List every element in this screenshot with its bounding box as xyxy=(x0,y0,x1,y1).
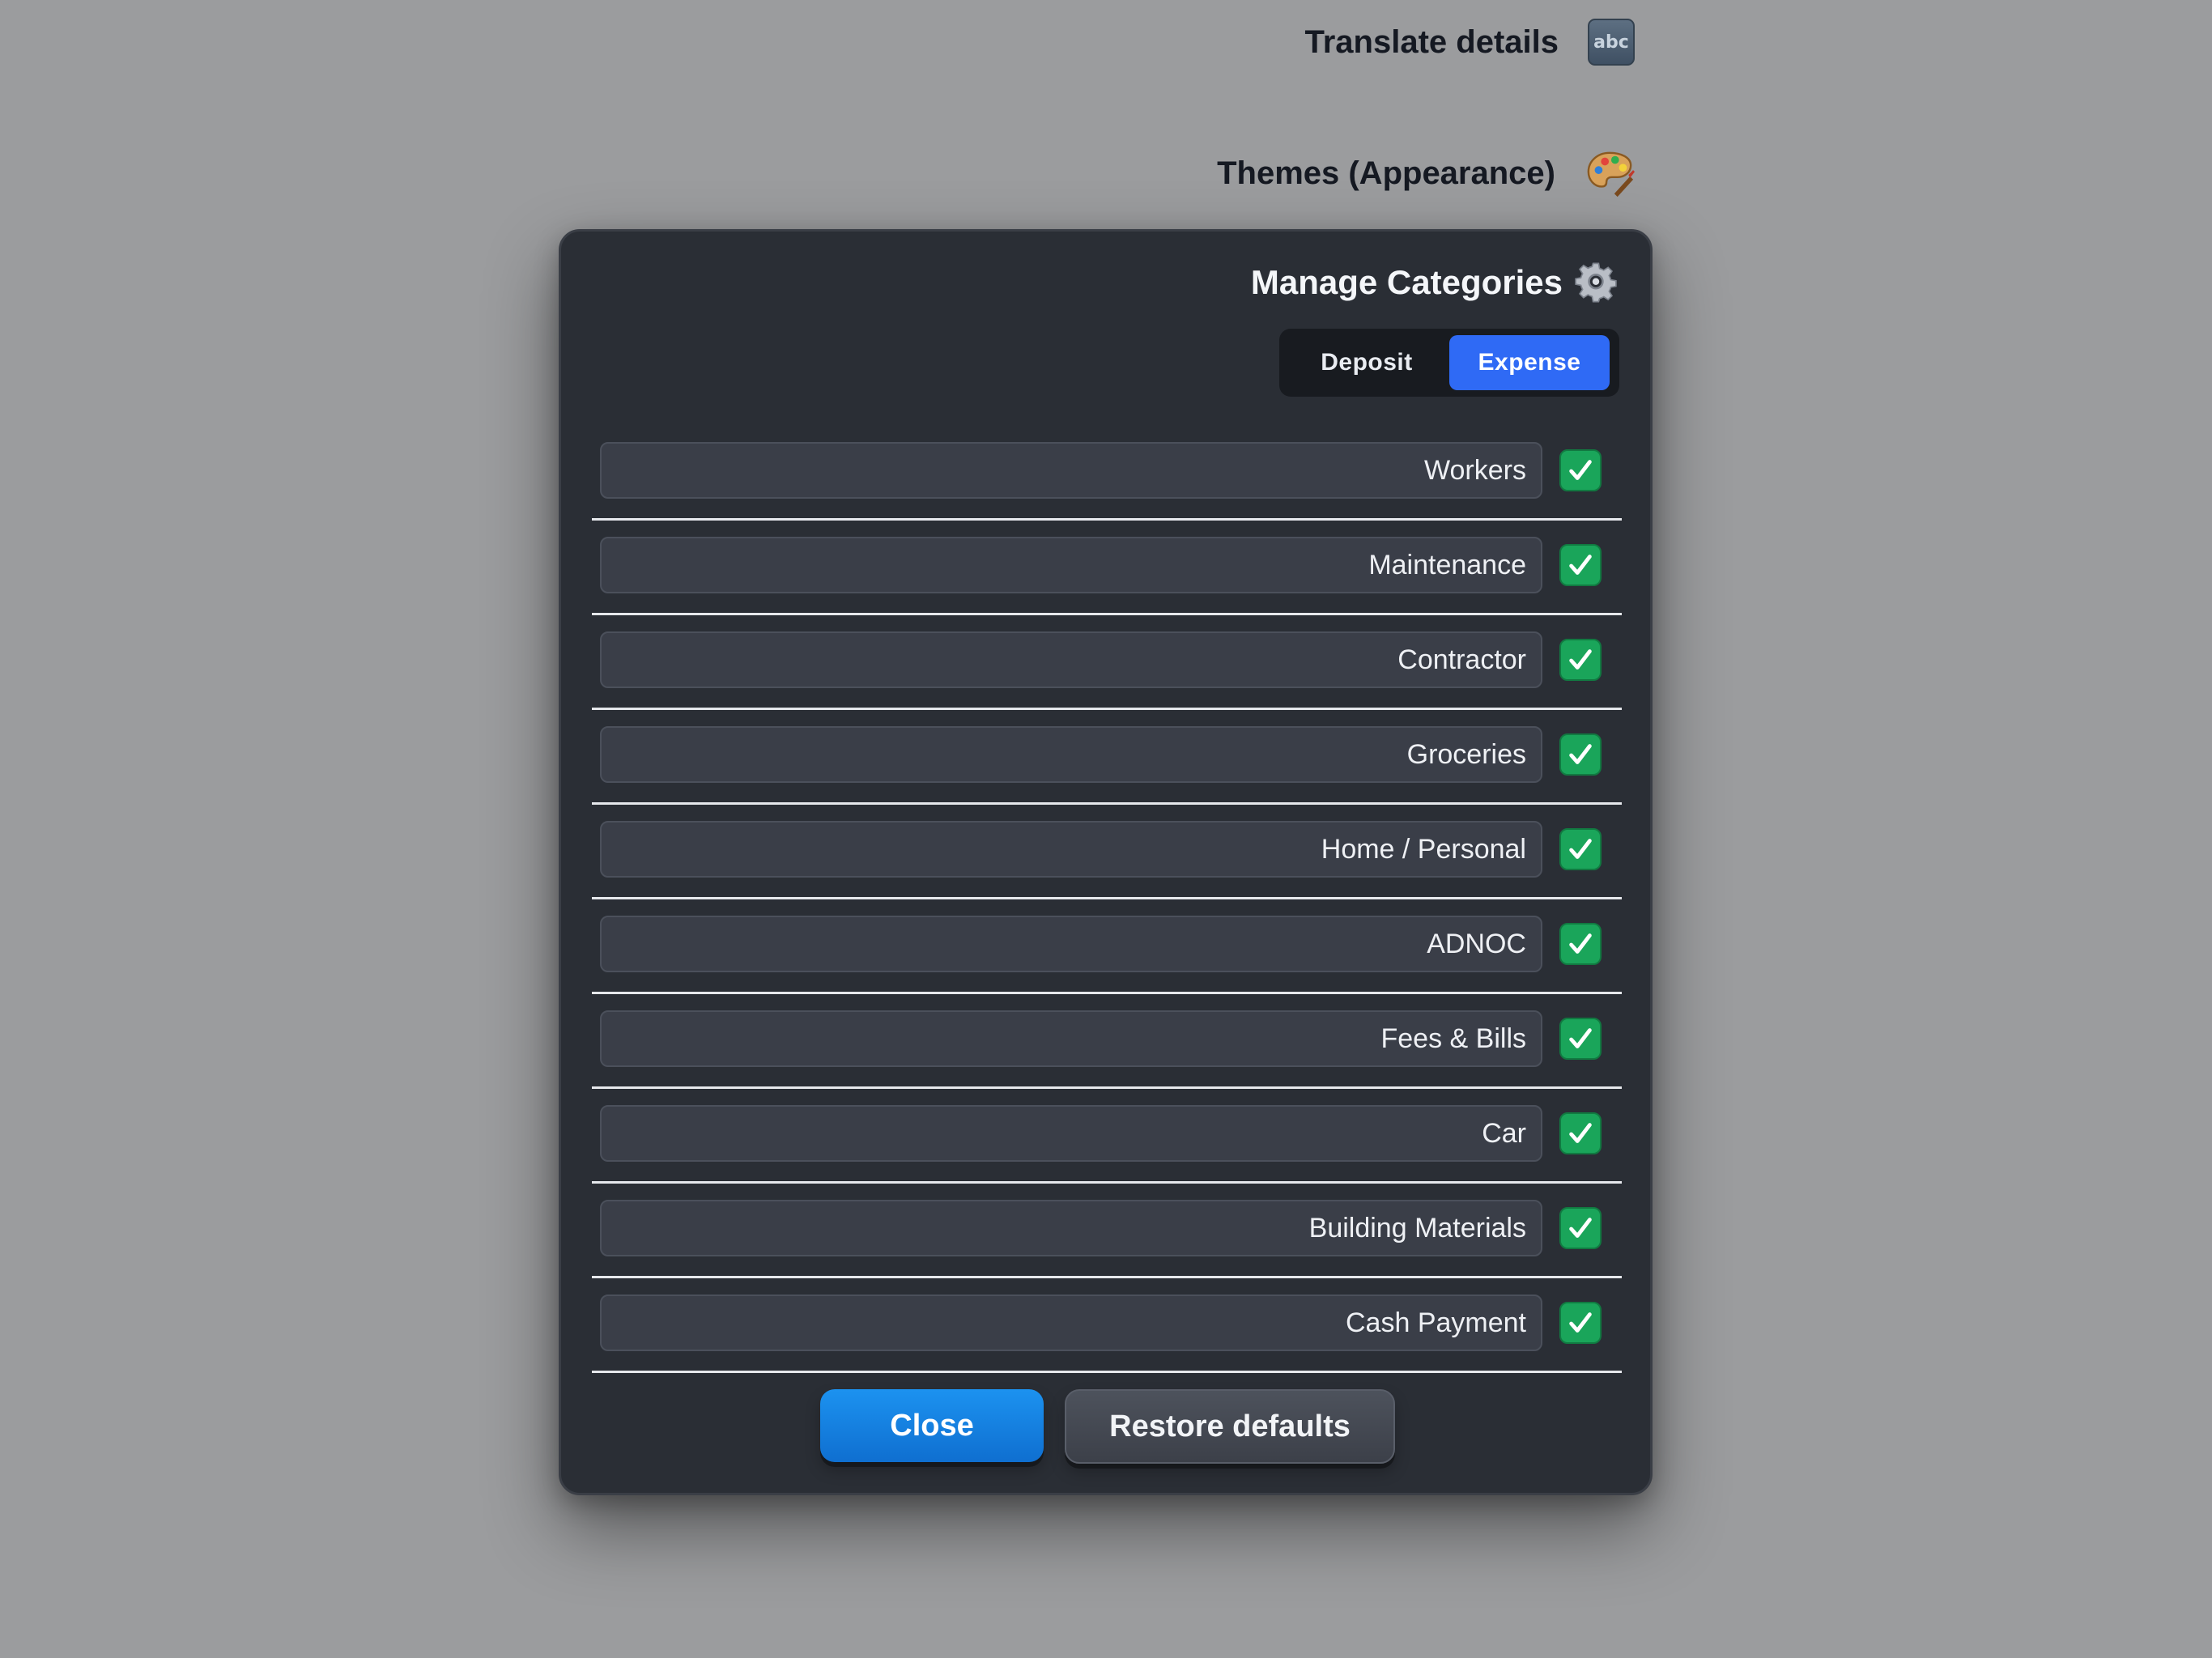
abc-icon: abc xyxy=(1588,19,1635,66)
translate-details-row[interactable]: Translate details abc xyxy=(1305,16,1635,68)
list-item: ADNOC xyxy=(592,899,1622,994)
category-name-field[interactable]: Groceries xyxy=(600,726,1542,783)
checkmark-icon xyxy=(1569,460,1592,480)
checkmark-icon xyxy=(1569,933,1592,954)
list-item: Groceries xyxy=(592,710,1622,805)
category-list: Workers Maintenance Contractor Groceries… xyxy=(592,426,1622,1373)
modal-header: Manage Categories xyxy=(1251,261,1618,304)
list-item: Building Materials xyxy=(592,1184,1622,1278)
category-name-field[interactable]: Maintenance xyxy=(600,537,1542,593)
list-item: Contractor xyxy=(592,615,1622,710)
gear-icon xyxy=(1575,262,1617,303)
list-item: Fees & Bills xyxy=(592,994,1622,1089)
category-name-field[interactable]: Home / Personal xyxy=(600,821,1542,878)
category-enabled-checkbox[interactable] xyxy=(1559,1018,1602,1060)
restore-defaults-button[interactable]: Restore defaults xyxy=(1065,1389,1395,1464)
list-item: Workers xyxy=(592,426,1622,521)
category-enabled-checkbox[interactable] xyxy=(1559,733,1602,776)
checkmark-icon xyxy=(1569,1123,1592,1143)
checkmark-icon xyxy=(1569,1218,1592,1238)
category-enabled-checkbox[interactable] xyxy=(1559,923,1602,965)
category-enabled-checkbox[interactable] xyxy=(1559,1302,1602,1344)
palette-icon xyxy=(1587,151,1635,198)
modal-footer: Close Restore defaults xyxy=(561,1389,1650,1470)
category-enabled-checkbox[interactable] xyxy=(1559,449,1602,491)
list-item: Cash Payment xyxy=(592,1278,1622,1373)
list-item: Maintenance xyxy=(592,521,1622,615)
manage-categories-modal: Manage Categories Deposit Expense Worker… xyxy=(559,229,1653,1495)
category-enabled-checkbox[interactable] xyxy=(1559,639,1602,681)
category-name-field[interactable]: ADNOC xyxy=(600,916,1542,972)
checkmark-icon xyxy=(1569,649,1592,670)
tab-expense[interactable]: Expense xyxy=(1449,335,1610,390)
category-enabled-checkbox[interactable] xyxy=(1559,544,1602,586)
category-name-field[interactable]: Workers xyxy=(600,442,1542,499)
checkmark-icon xyxy=(1569,744,1592,764)
checkmark-icon xyxy=(1569,555,1592,575)
tab-deposit[interactable]: Deposit xyxy=(1284,335,1449,390)
list-item: Home / Personal xyxy=(592,805,1622,899)
list-item: Car xyxy=(592,1089,1622,1184)
translate-details-label: Translate details xyxy=(1304,23,1559,60)
category-name-field[interactable]: Fees & Bills xyxy=(600,1010,1542,1067)
category-name-field[interactable]: Contractor xyxy=(600,631,1542,688)
category-name-field[interactable]: Car xyxy=(600,1105,1542,1162)
modal-title: Manage Categories xyxy=(1250,263,1563,301)
category-enabled-checkbox[interactable] xyxy=(1559,1112,1602,1154)
deposit-expense-toggle: Deposit Expense xyxy=(1279,329,1619,397)
themes-appearance-label: Themes (Appearance) xyxy=(1217,155,1555,191)
checkmark-icon xyxy=(1569,1028,1592,1048)
category-enabled-checkbox[interactable] xyxy=(1559,1207,1602,1249)
close-button[interactable]: Close xyxy=(820,1389,1044,1462)
category-name-field[interactable]: Building Materials xyxy=(600,1200,1542,1256)
themes-appearance-row[interactable]: Themes (Appearance) xyxy=(1217,147,1635,199)
category-name-field[interactable]: Cash Payment xyxy=(600,1295,1542,1351)
checkmark-icon xyxy=(1569,1312,1592,1333)
checkmark-icon xyxy=(1569,839,1592,859)
category-enabled-checkbox[interactable] xyxy=(1559,828,1602,870)
